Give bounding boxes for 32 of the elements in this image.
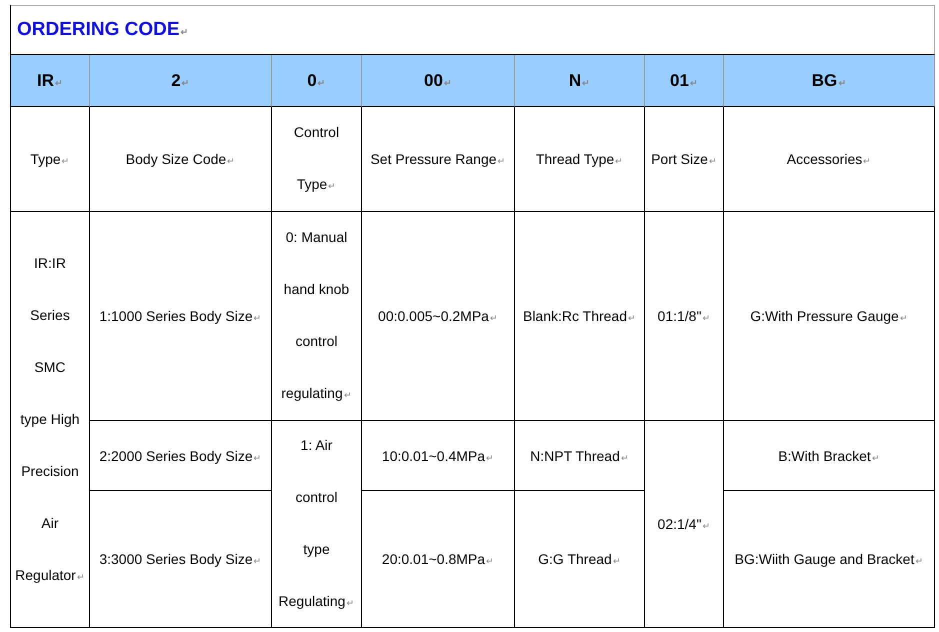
- table-cell: N:NPT Thread↵: [530, 448, 629, 464]
- table-cell: BG:Wiith Gauge and Bracket↵: [734, 551, 924, 567]
- table-cell: 3:3000 Series Body Size↵: [99, 551, 262, 567]
- code-header: BG↵: [812, 70, 846, 90]
- table-cell: 02:1/4"↵: [658, 516, 710, 532]
- table-cell: G:G Thread↵: [538, 551, 621, 567]
- table-cell: 20:0.01~0.8MPa↵: [382, 551, 494, 567]
- table-cell-text: 1: Air control type Regulating↵: [278, 436, 354, 611]
- table-cell: G:With Pressure Gauge↵: [750, 308, 908, 324]
- table-title: ORDERING CODE↵: [17, 19, 189, 41]
- column-label: Type↵: [30, 151, 70, 167]
- table-cell: 01:1/8"↵: [658, 308, 710, 324]
- table-cell: B:With Bracket↵: [778, 448, 880, 464]
- table-cell: Blank:Rc Thread↵: [522, 308, 636, 324]
- table-cell: 1:1000 Series Body Size↵: [99, 308, 262, 324]
- table-cell-text: 0: Manual hand knob control regulating↵: [281, 228, 352, 403]
- code-header: 2↵: [171, 70, 190, 90]
- code-header: IR↵: [37, 70, 63, 90]
- code-header: 00↵: [424, 70, 452, 90]
- table-cell: 10:0.01~0.4MPa↵: [382, 448, 494, 464]
- column-label: Accessories↵: [786, 151, 872, 167]
- code-header: N↵: [568, 70, 590, 90]
- table-cell-text: IR:IR Series SMC type High Precision Air Regulator↵: [15, 254, 85, 585]
- column-label: Control Type↵: [294, 123, 340, 194]
- table-cell: 2:2000 Series Body Size↵: [99, 448, 262, 464]
- column-label: Body Size Code↵: [126, 151, 236, 167]
- table-cell: 00:0.005~0.2MPa↵: [378, 308, 498, 324]
- code-header: 01↵: [670, 70, 698, 90]
- column-label: Port Size↵: [651, 151, 717, 167]
- column-label: Set Pressure Range↵: [370, 151, 506, 167]
- code-header: 0↵: [307, 70, 326, 90]
- column-label: Thread Type↵: [536, 151, 624, 167]
